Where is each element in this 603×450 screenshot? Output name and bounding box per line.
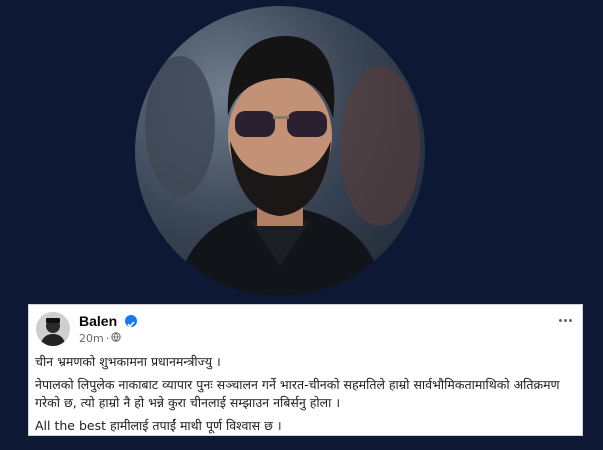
author-name[interactable]: Balen bbox=[79, 313, 117, 329]
more-options-icon[interactable] bbox=[559, 319, 572, 322]
profile-photo bbox=[135, 6, 425, 296]
post-paragraph: नेपालको लिपुलेक नाकाबाट व्यापार पुनः सञ्… bbox=[35, 377, 560, 410]
post-meta: 20m · bbox=[79, 332, 121, 345]
post-paragraph: चीन भ्रमणको शुभकामना प्रधानमन्त्रीज्यु । bbox=[35, 354, 221, 369]
post-paragraph: All the best हामीलाई तपाईं माथी पूर्ण वि… bbox=[35, 418, 282, 433]
separator: · bbox=[105, 332, 110, 345]
post-time[interactable]: 20m bbox=[79, 332, 104, 345]
author-avatar[interactable] bbox=[36, 312, 70, 346]
verified-badge-icon bbox=[125, 315, 137, 328]
facebook-post-card: Balen 20m · चीन भ्रमणको शुभकामना प्रधानम… bbox=[28, 304, 583, 436]
globe-icon bbox=[111, 332, 121, 345]
post-body: चीन भ्रमणको शुभकामना प्रधानमन्त्रीज्यु ।… bbox=[35, 353, 574, 435]
